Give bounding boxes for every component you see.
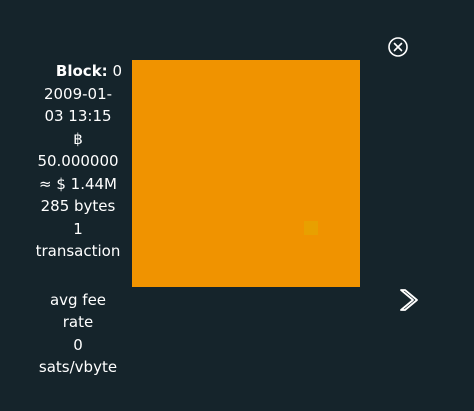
timestamp-time: 03 13:15 [44, 107, 112, 125]
block-reward-amount: 50.000000 [37, 152, 119, 170]
close-button[interactable] [387, 36, 409, 58]
transaction-label: transaction [35, 242, 121, 260]
block-info-panel: Block: 0 2009-01- 03 13:15 ฿ 50.000000 ≈… [28, 60, 128, 379]
transaction-count: 1 [73, 219, 83, 238]
chevron-right-icon [400, 289, 418, 311]
avg-fee-unit: sats/vbyte [38, 358, 118, 376]
avg-fee-rate-label: rate [62, 313, 94, 331]
timestamp-date: 2009-01- [43, 84, 113, 103]
transaction-square[interactable] [304, 221, 318, 235]
block-label: Block: [55, 62, 108, 80]
next-block-button[interactable] [396, 286, 422, 314]
block-size: 285 bytes [40, 197, 116, 215]
bitcoin-symbol: ฿ [73, 129, 83, 148]
avg-fee-value: 0 [73, 335, 83, 354]
avg-fee-label: avg fee [49, 290, 107, 309]
block-visualization[interactable] [132, 60, 360, 287]
block-height-value: 0 [112, 62, 122, 80]
block-height-row: Block: 0 [28, 60, 122, 83]
close-circle-icon [388, 37, 408, 57]
usd-value: ≈ $ 1.44M [39, 174, 117, 193]
block-timestamp: 2009-01- 03 13:15 [28, 83, 128, 128]
